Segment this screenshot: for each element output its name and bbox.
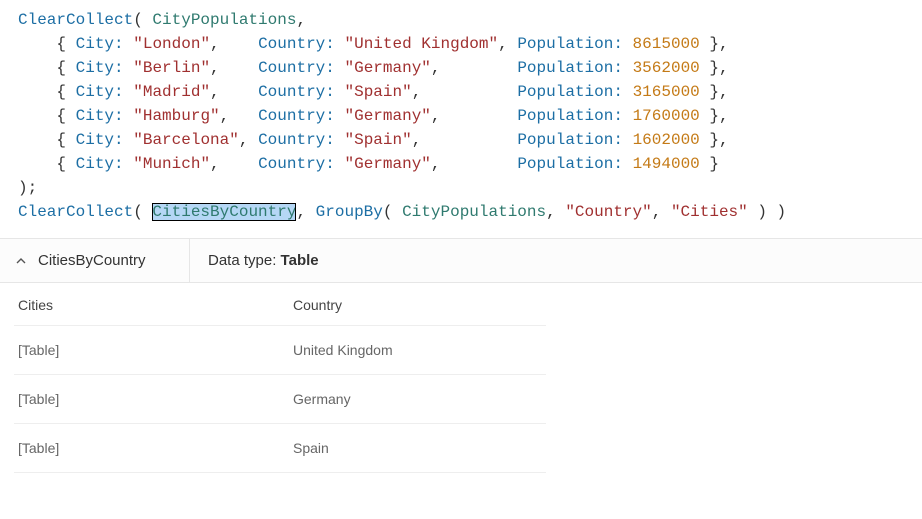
cell-country: Spain — [289, 424, 546, 472]
table-row[interactable]: [Table] Germany — [14, 375, 546, 424]
cell-cities: [Table] — [14, 326, 289, 374]
result-datatype: Data type: Table — [190, 252, 337, 269]
result-table: Cities Country [Table] United Kingdom [T… — [0, 283, 560, 473]
fn-clearcollect-2: ClearCollect — [18, 203, 133, 221]
result-toggle[interactable]: CitiesByCountry — [0, 239, 190, 282]
result-header: CitiesByCountry Data type: Table — [0, 239, 922, 283]
column-header-cities[interactable]: Cities — [14, 287, 289, 325]
cell-country: United Kingdom — [289, 326, 546, 374]
selected-identifier: CitiesByCountry — [152, 203, 296, 221]
fn-groupby: GroupBy — [316, 203, 383, 221]
table-row[interactable]: [Table] Spain — [14, 424, 546, 473]
formula-editor[interactable]: ClearCollect( CityPopulations, { City: "… — [0, 0, 922, 239]
result-table-header: Cities Country — [14, 287, 546, 326]
cell-cities: [Table] — [14, 375, 289, 423]
cell-country: Germany — [289, 375, 546, 423]
result-name: CitiesByCountry — [38, 252, 146, 269]
column-header-country[interactable]: Country — [289, 287, 546, 325]
ident-citypopulations: CityPopulations — [152, 11, 296, 29]
cell-cities: [Table] — [14, 424, 289, 472]
chevron-up-icon — [14, 254, 28, 268]
table-row[interactable]: [Table] United Kingdom — [14, 326, 546, 375]
fn-clearcollect: ClearCollect — [18, 11, 133, 29]
